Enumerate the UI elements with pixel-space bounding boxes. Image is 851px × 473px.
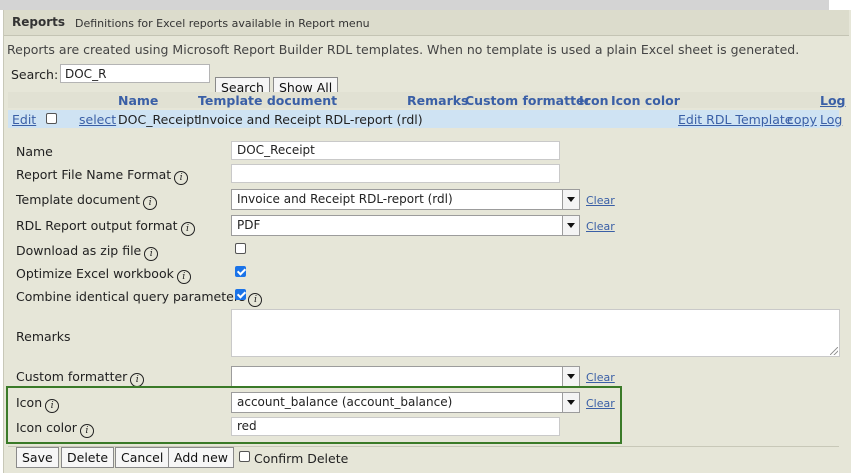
cancel-button[interactable]: Cancel (115, 447, 170, 468)
column-icon-color[interactable]: Icon color (611, 93, 680, 108)
template-select-value: Invoice and Receipt RDL-report (rdl) (237, 192, 453, 206)
icon-clear-link[interactable]: Clear (586, 397, 615, 410)
selected-table-row: Edit select DOC_Receipt Invoice and Rece… (8, 110, 842, 128)
info-icon[interactable]: i (130, 373, 145, 387)
formatter-clear-link[interactable]: Clear (586, 371, 615, 384)
save-button[interactable]: Save (16, 447, 59, 468)
column-icon[interactable]: Icon (579, 93, 609, 108)
optimize-label: Optimize Excel workbook i (16, 266, 191, 284)
name-field[interactable]: DOC_Receipt (231, 141, 560, 160)
page-subtitle: Definitions for Excel reports available … (75, 17, 370, 30)
icon-color-label-text: Icon color (16, 420, 77, 435)
remarks-label-text: Remarks (16, 329, 71, 344)
edit-rdl-template-link[interactable]: Edit RDL Template (678, 112, 792, 127)
copy-link[interactable]: copy (787, 112, 817, 127)
icon-label-text: Icon (16, 395, 43, 410)
confirm-delete-label: Confirm Delete (254, 451, 349, 466)
icon-color-field[interactable]: red (231, 417, 560, 436)
formatter-label-text: Custom formatter (16, 369, 128, 384)
row-log-link[interactable]: Log (820, 112, 842, 127)
remarks-label: Remarks (16, 329, 71, 344)
template-document-select[interactable]: Invoice and Receipt RDL-report (rdl) (231, 189, 580, 210)
row-checkbox[interactable] (46, 113, 57, 124)
optimize-checkbox[interactable] (235, 266, 246, 277)
column-template-document[interactable]: Template document (198, 93, 337, 108)
icon-select[interactable]: account_balance (account_balance) (231, 392, 580, 413)
column-remarks[interactable]: Remarks (407, 93, 468, 108)
output-clear-link[interactable]: Clear (586, 220, 615, 233)
output-select-value: PDF (237, 218, 261, 232)
column-custom-formatter[interactable]: Custom formatter (465, 93, 591, 108)
icon-select-value: account_balance (account_balance) (237, 395, 453, 409)
add-new-button[interactable]: Add new (168, 447, 235, 468)
resize-grip-icon[interactable] (830, 347, 838, 355)
zip-checkbox[interactable] (235, 243, 246, 254)
output-format-select[interactable]: PDF (231, 215, 580, 236)
zip-label-text: Download as zip file (16, 243, 142, 258)
confirm-delete-checkbox[interactable] (239, 451, 250, 462)
title-bar: Reports Definitions for Excel reports av… (4, 10, 849, 36)
page-title: Reports (12, 15, 66, 29)
remarks-textarea[interactable] (231, 309, 840, 357)
info-text: Reports are created using Microsoft Repo… (7, 42, 800, 57)
info-icon[interactable]: i (143, 196, 158, 210)
chevron-down-icon[interactable] (562, 216, 579, 235)
icon-color-label: Icon color i (16, 420, 94, 438)
file-format-label: Report File Name Format i (16, 167, 189, 185)
icon-label: Icon i (16, 395, 60, 413)
edit-link[interactable]: Edit (12, 112, 36, 127)
chevron-down-icon[interactable] (562, 190, 579, 209)
file-format-label-text: Report File Name Format (16, 167, 172, 182)
top-strip-corner (829, 0, 851, 10)
zip-label: Download as zip file i (16, 243, 159, 261)
file-format-field[interactable] (231, 164, 560, 183)
info-icon[interactable]: i (144, 247, 159, 261)
formatter-select[interactable] (231, 366, 580, 387)
name-label-text: Name (16, 144, 53, 159)
info-icon[interactable]: i (176, 270, 191, 284)
info-icon[interactable]: i (45, 399, 60, 413)
info-icon[interactable]: i (180, 222, 195, 236)
browser-top-strip (0, 0, 851, 10)
search-label: Search: (11, 67, 59, 82)
combine-checkbox[interactable] (235, 289, 246, 300)
row-template: Invoice and Receipt RDL-report (rdl) (198, 112, 423, 127)
info-icon[interactable]: i (248, 293, 263, 307)
template-label-text: Template document (16, 192, 141, 207)
info-icon[interactable]: i (174, 171, 189, 185)
template-clear-link[interactable]: Clear (586, 194, 615, 207)
chevron-down-icon[interactable] (562, 367, 579, 386)
name-label: Name (16, 144, 53, 159)
optimize-label-text: Optimize Excel workbook (16, 266, 174, 281)
combine-label-text: Combine identical query parameters (16, 289, 246, 304)
output-format-label: RDL Report output format i (16, 218, 195, 236)
template-document-label: Template document i (16, 192, 158, 210)
info-icon[interactable]: i (79, 424, 94, 438)
search-input[interactable] (60, 64, 210, 83)
row-name: DOC_Receipt (118, 112, 200, 127)
column-log[interactable]: Log (820, 93, 846, 108)
formatter-label: Custom formatter i (16, 369, 145, 387)
select-link[interactable]: select (79, 112, 116, 127)
table-header: Name Template document Remarks Custom fo… (8, 92, 846, 108)
output-label-text: RDL Report output format (16, 218, 178, 233)
combine-label: Combine identical query parameters i (16, 289, 263, 307)
delete-button[interactable]: Delete (61, 447, 115, 468)
chevron-down-icon[interactable] (562, 393, 579, 412)
column-name[interactable]: Name (118, 93, 158, 108)
